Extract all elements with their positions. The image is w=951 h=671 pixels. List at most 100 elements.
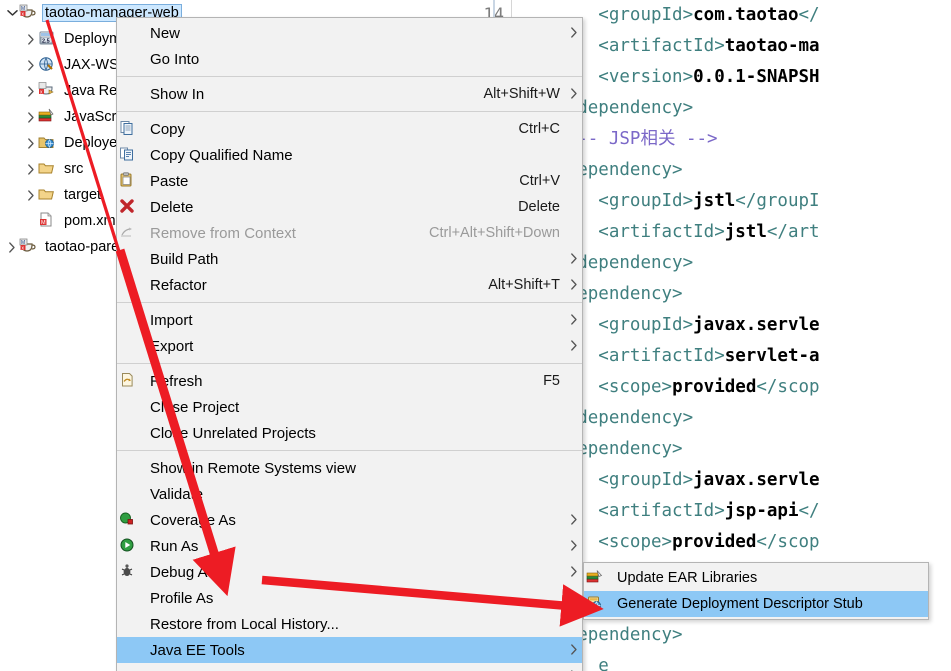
menu-item-restore-from-local-history[interactable]: Restore from Local History... [117,611,582,637]
submenu-chevron-icon [566,591,582,606]
menu-item-refactor[interactable]: Refactor Alt+Shift+T [117,272,582,298]
menu-item-go-into[interactable]: Go Into [117,46,582,72]
ear-libraries-icon [586,569,612,587]
menu-item-shortcut: Ctrl+C [518,121,561,137]
submenu-chevron-icon [566,643,582,658]
generate-stub-icon [586,595,612,613]
eclipse-ide-screenshot: Mxtaotao-manager-web2.5Deployment Descri… [0,0,951,671]
chevron-right-icon[interactable] [24,59,38,71]
chevron-right-icon[interactable] [24,33,38,45]
menu-item-show-in-remote-systems-view[interactable]: Show in Remote Systems view [117,455,582,481]
menu-item-label: Remove from Context [150,224,296,242]
menu-icon-placeholder [119,641,145,659]
menu-icon-placeholder [119,667,145,671]
menu-item-import[interactable]: Import [117,307,582,333]
debug-icon [119,563,145,581]
javascript-resources-icon [38,108,58,126]
menu-item-label: Coverage As [150,511,236,529]
submenu-chevron-icon [566,313,582,328]
jaxws-icon [38,56,58,74]
project-context-menu[interactable]: New Go Into Show In Alt+Shift+W Copy Ctrl+C Co… [116,17,583,671]
menu-item-shortcut: Alt+Shift+T [488,277,560,293]
menu-item-remove-from-context: Remove from Context Ctrl+Alt+Shift+Down [117,220,582,246]
chevron-right-icon[interactable] [24,111,38,123]
folder-icon [38,186,58,204]
menu-item-shortcut: F5 [543,373,560,389]
menu-item-label: Go Into [150,50,200,68]
menu-separator [117,302,582,303]
tree-item-label: pom.xml [64,213,119,229]
java-ee-tools-submenu[interactable]: Update EAR Libraries Generate Deployment … [583,562,929,620]
menu-item-shortcut: Delete [518,199,560,215]
refresh-icon [119,372,145,390]
menu-item-validate[interactable]: Validate [117,481,582,507]
menu-item-shortcut: Alt+Shift+W [483,86,560,102]
menu-icon-placeholder [119,24,145,42]
menu-item-label: Show in Remote Systems view [150,459,356,477]
submenu-chevron-icon [566,513,582,528]
menu-item-coverage-as[interactable]: Coverage As [117,507,582,533]
menu-icon-placeholder [119,85,145,103]
menu-item-delete[interactable]: Delete Delete [117,194,582,220]
deployed-resources-icon [38,134,58,152]
menu-icon-placeholder [119,337,145,355]
menu-separator [117,363,582,364]
menu-item-label: Import [150,311,193,329]
chevron-right-icon[interactable] [5,241,19,253]
menu-icon-placeholder [119,250,145,268]
menu-item-copy-qualified-name[interactable]: Copy Qualified Name [117,142,582,168]
menu-item-label: Copy Qualified Name [150,146,293,164]
menu-item-close-unrelated-projects[interactable]: Close Unrelated Projects [117,420,582,446]
menu-item-build-path[interactable]: Build Path [117,246,582,272]
submenu-chevron-icon [566,565,582,580]
menu-item-label: Refactor [150,276,207,294]
menu-item-export[interactable]: Export [117,333,582,359]
menu-icon-placeholder [119,424,145,442]
menu-item-show-in[interactable]: Show In Alt+Shift+W [117,81,582,107]
chevron-right-icon[interactable] [24,189,38,201]
menu-item-java-ee-tools[interactable]: Java EE Tools [117,637,582,663]
menu-item-profile-as[interactable]: Profile As [117,585,582,611]
svg-text:2.5: 2.5 [42,39,50,45]
menu-item-label: Delete [150,198,194,216]
menu-icon-placeholder [119,50,145,68]
submenu-chevron-icon [566,87,582,102]
menu-item-label: Export [150,337,194,355]
menu-item-label: Maven [150,668,560,671]
menu-item-label: Validate [150,485,204,503]
menu-item-label: New [150,24,181,42]
menu-item-refresh[interactable]: Refresh F5 [117,368,582,394]
menu-icon-placeholder [119,459,145,477]
menu-item-copy[interactable]: Copy Ctrl+C [117,116,582,142]
menu-item-shortcut: Ctrl+V [519,173,560,189]
chevron-right-icon[interactable] [24,137,38,149]
submenu-item-update-ear-libraries[interactable]: Update EAR Libraries [584,565,928,591]
menu-item-paste[interactable]: Paste Ctrl+V [117,168,582,194]
chevron-right-icon[interactable] [24,163,38,175]
tree-item-label: src [64,161,84,177]
chevron-right-icon[interactable] [24,85,38,97]
svg-text:M: M [41,220,46,226]
submenu-item-generate-deployment-descriptor-stub[interactable]: Generate Deployment Descriptor Stub [584,591,928,617]
menu-icon-placeholder [119,589,145,607]
menu-item-debug-as[interactable]: Debug As [117,559,582,585]
menu-item-label: Paste [150,172,189,190]
menu-item-new[interactable]: New [117,20,582,46]
paste-icon [119,172,145,190]
coverage-icon [119,511,145,529]
menu-item-run-as[interactable]: Run As [117,533,582,559]
menu-item-maven[interactable]: Maven [117,663,582,671]
menu-separator [117,111,582,112]
delete-icon [119,198,145,216]
copy-icon [119,120,145,138]
menu-icon-placeholder [119,311,145,329]
menu-item-label: Close Project [150,398,240,416]
maven-project-icon: Mx [19,238,39,256]
chevron-down-icon[interactable] [5,9,19,17]
submenu-chevron-icon [566,26,582,41]
menu-icon-placeholder [119,276,145,294]
copy-qualified-icon [119,146,145,164]
tree-item-label: target [64,187,102,203]
run-icon [119,537,145,555]
menu-item-close-project[interactable]: Close Project [117,394,582,420]
